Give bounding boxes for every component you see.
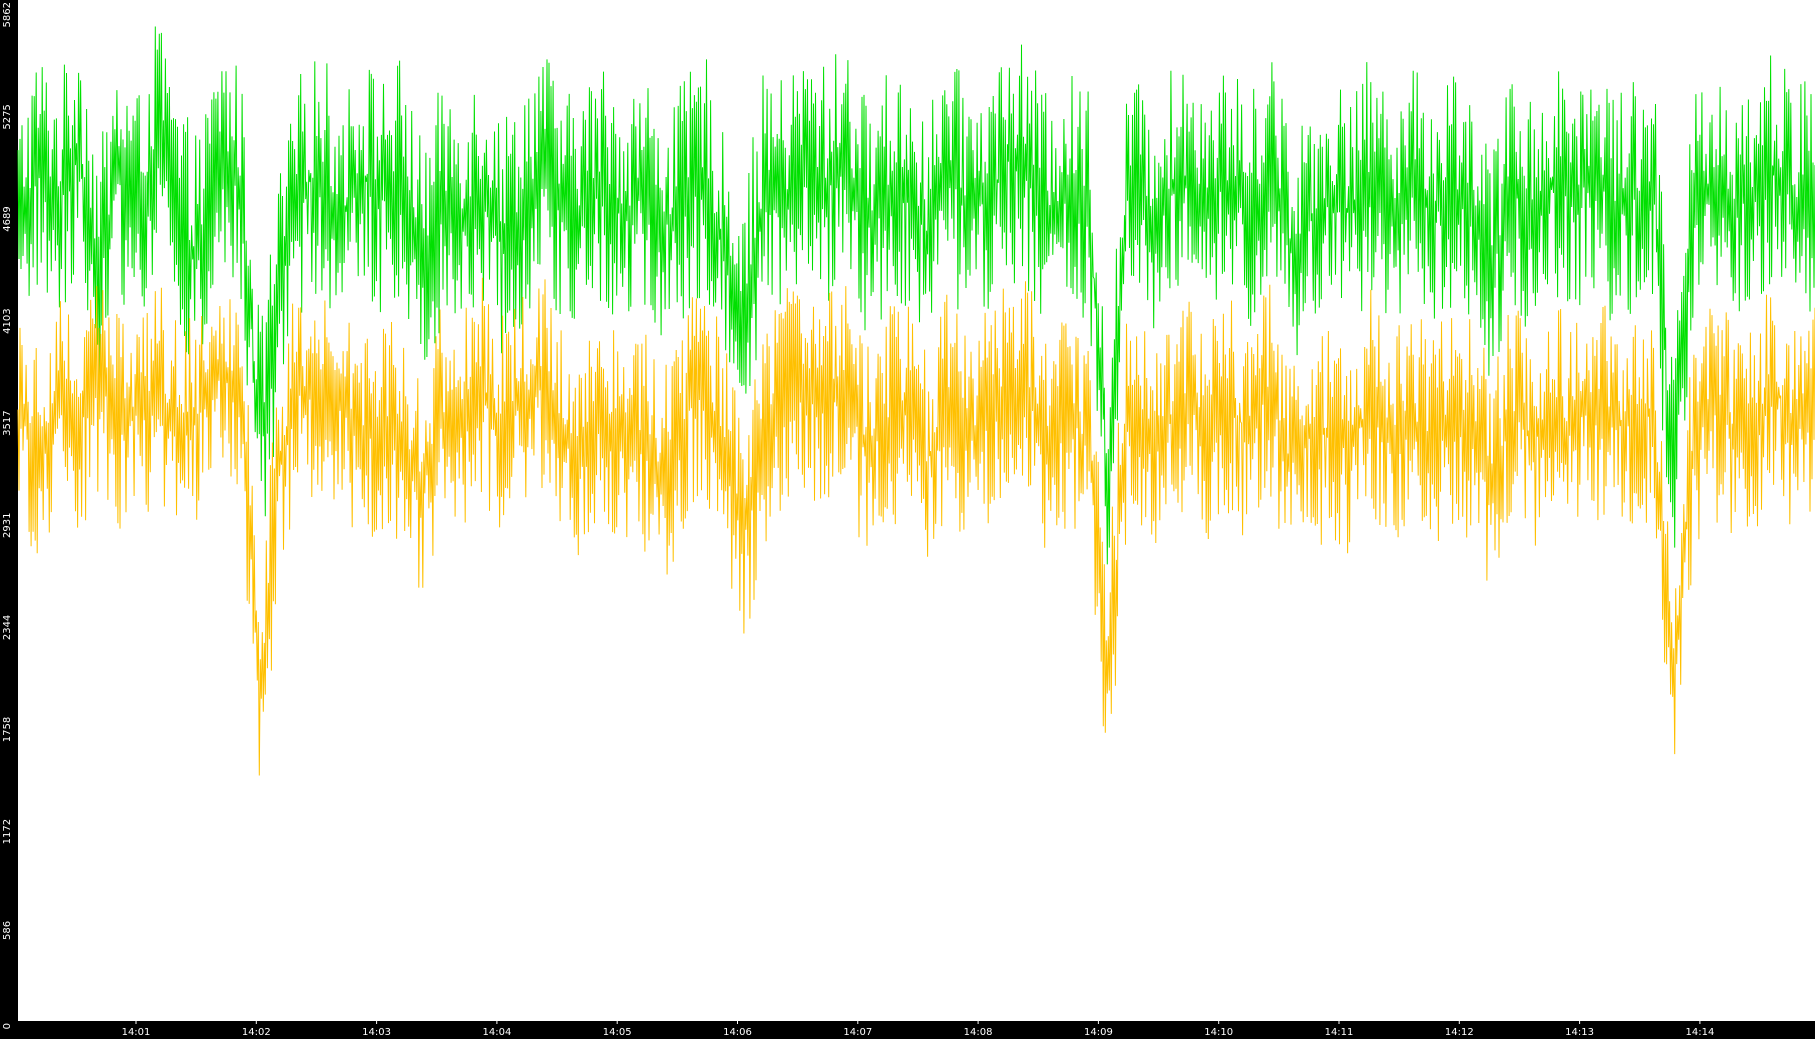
x-tick-label: 14:05	[603, 1027, 632, 1038]
y-tick-label: 4103	[2, 308, 13, 333]
x-tick-label: 14:11	[1325, 1027, 1354, 1038]
x-tick-label: 14:12	[1445, 1027, 1474, 1038]
x-tick-label: 14:08	[964, 1027, 993, 1038]
x-tick-label: 14:10	[1204, 1027, 1233, 1038]
x-tick-label: 14:02	[242, 1027, 271, 1038]
y-tick-label: 2344	[2, 615, 13, 640]
x-tick-label: 14:03	[362, 1027, 391, 1038]
series-layer	[17, 26, 1815, 776]
y-tick-label: 5862	[2, 2, 13, 27]
y-tick-label: 1758	[2, 717, 13, 742]
x-tick-label: 14:06	[723, 1027, 752, 1038]
chart-svg: 0 586 1172 1758 2344 2931 3517 4103 4689 5275 5862…	[0, 0, 1815, 1039]
x-tick-label: 14:01	[122, 1027, 151, 1038]
y-tick-label: 0	[2, 1023, 13, 1029]
x-tick-label: 14:09	[1084, 1027, 1113, 1038]
y-tick-label: 4689	[2, 206, 13, 231]
y-tick-label: 3517	[2, 410, 13, 435]
x-tick-label: 14:13	[1565, 1027, 1594, 1038]
x-tick-label: 14:07	[843, 1027, 872, 1038]
series-line-2	[17, 277, 1815, 776]
timeseries-chart: 0 586 1172 1758 2344 2931 3517 4103 4689 5275 5862…	[0, 0, 1815, 1039]
y-tick-label: 1172	[2, 819, 13, 844]
x-tick-label: 14:04	[482, 1027, 511, 1038]
y-tick-label: 2931	[2, 513, 13, 538]
y-tick-label: 5275	[2, 104, 13, 129]
x-tick-label: 14:14	[1685, 1027, 1714, 1038]
y-tick-label: 586	[2, 921, 13, 940]
x-axis-strip	[0, 1021, 1815, 1039]
